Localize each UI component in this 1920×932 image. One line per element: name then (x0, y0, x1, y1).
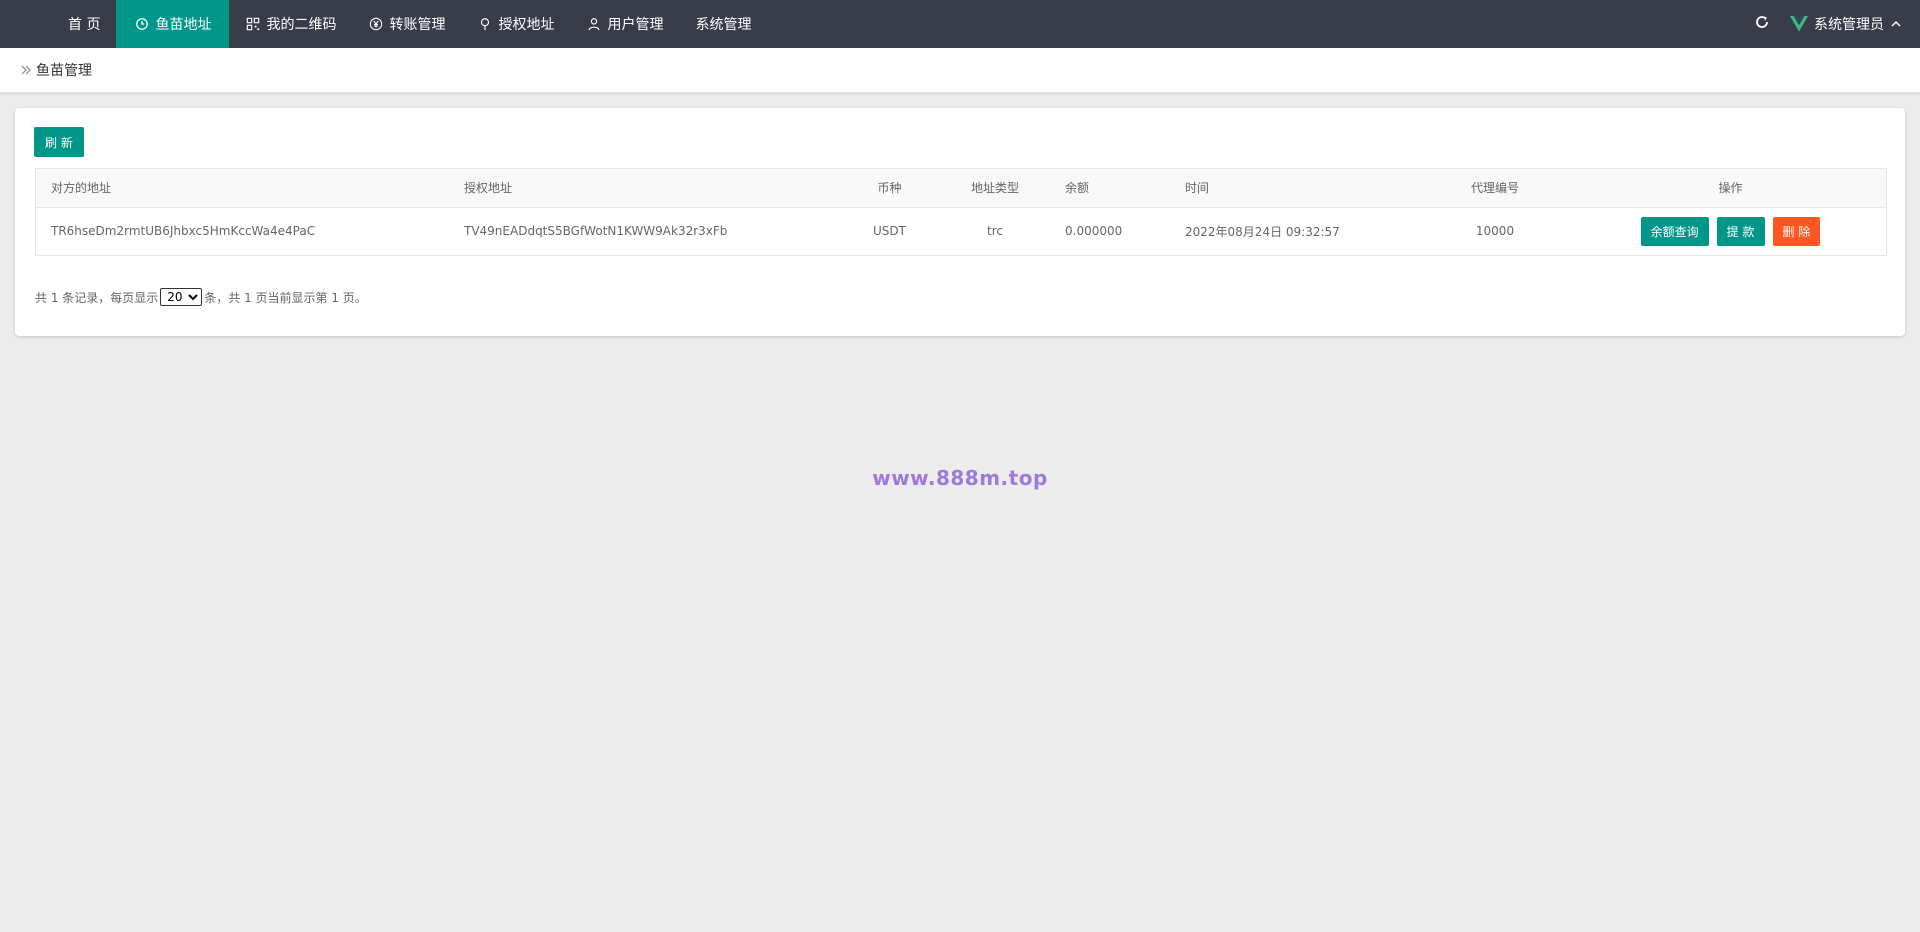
address-table: 对方的地址 授权地址 币种 地址类型 余额 时间 代理编号 操作 TR6hseD… (35, 168, 1887, 256)
double-chevron-right-icon (20, 64, 32, 76)
refresh-list-button[interactable]: 刷 新 (34, 127, 84, 157)
cell-time: 2022年08月24日 09:32:57 (1185, 224, 1340, 239)
column-header-counterparty-address: 对方的地址 (36, 169, 449, 208)
nav-item-home[interactable]: 首 页 (52, 0, 116, 48)
cell-actions: 余额查询 提 款 删 除 (1575, 207, 1886, 255)
content-card: 刷 新 对方的地址 授权地址 币种 地址类型 余额 时间 代理编号 操作 TR6… (15, 108, 1905, 336)
nav-item-label: 系统管理 (695, 17, 752, 33)
refresh-page-button[interactable] (1738, 0, 1786, 48)
yen-icon (368, 16, 384, 32)
column-header-time: 时间 (1170, 169, 1415, 208)
cell-address-type: trc (987, 224, 1003, 239)
user-menu[interactable]: 系统管理员 (1790, 14, 1920, 34)
nav-item-label: 转账管理 (389, 17, 446, 33)
user-name: 系统管理员 (1814, 17, 1884, 33)
top-navigation-bar: 首 页 鱼苗地址 我的二维码 转账管理 授权地址 用户管理 系统管理 系统管理员 (0, 0, 1920, 48)
topbar-right: 系统管理员 (1738, 0, 1920, 48)
nav-item-label: 授权地址 (498, 17, 555, 33)
nav-item-label: 我的二维码 (266, 17, 337, 33)
column-header-balance: 余额 (1050, 169, 1170, 208)
column-header-address-type: 地址类型 (940, 169, 1050, 208)
cell-auth-address: TV49nEADdqtS5BGfWotN1KWW9Ak32r3xFb (464, 224, 728, 239)
query-balance-button[interactable]: 余额查询 (1640, 216, 1709, 246)
vue-logo-icon (1790, 16, 1808, 32)
cell-agent-id: 10000 (1475, 224, 1515, 239)
pagination: 共 1 条记录，每页显示 20 条，共 1 页当前显示第 1 页。 (35, 288, 367, 306)
column-header-agent-id: 代理编号 (1415, 169, 1575, 208)
user-icon (586, 16, 602, 32)
watermark-text: www.888m.top (872, 466, 1048, 490)
table-header-row: 对方的地址 授权地址 币种 地址类型 余额 时间 代理编号 操作 (36, 169, 1886, 208)
nav-item-system-management[interactable]: 系统管理 (679, 0, 767, 48)
cell-currency: USDT (873, 224, 906, 239)
refresh-icon (1754, 14, 1770, 34)
main-nav: 首 页 鱼苗地址 我的二维码 转账管理 授权地址 用户管理 系统管理 (52, 0, 767, 48)
clock-icon (134, 16, 150, 32)
nav-item-authorized-address[interactable]: 授权地址 (461, 0, 570, 48)
breadcrumb-current: 鱼苗管理 (36, 63, 92, 79)
delete-button[interactable]: 删 除 (1772, 216, 1821, 246)
column-header-auth-address: 授权地址 (449, 169, 839, 208)
nav-item-fish-address[interactable]: 鱼苗地址 (116, 0, 230, 48)
nav-item-label: 鱼苗地址 (155, 17, 212, 33)
nav-item-label: 首 页 (68, 17, 101, 33)
nav-item-transfer-management[interactable]: 转账管理 (352, 0, 461, 48)
pagination-prefix: 共 1 条记录，每页显示 (35, 290, 159, 305)
table-row: TR6hseDm2rmtUB6Jhbxc5HmKccWa4e4PaC TV49n… (36, 207, 1886, 255)
location-pin-icon (477, 16, 493, 32)
withdraw-button[interactable]: 提 款 (1716, 216, 1765, 246)
cell-balance: 0.000000 (1065, 224, 1123, 239)
chevron-up-icon (1890, 18, 1902, 30)
page-size-select[interactable]: 20 (160, 288, 203, 306)
nav-item-label: 用户管理 (607, 17, 664, 33)
pagination-suffix: 条，共 1 页当前显示第 1 页。 (204, 290, 367, 305)
cell-counterparty-address: TR6hseDm2rmtUB6Jhbxc5HmKccWa4e4PaC (51, 224, 316, 239)
nav-item-user-management[interactable]: 用户管理 (570, 0, 679, 48)
breadcrumb: 鱼苗管理 (0, 48, 1920, 93)
nav-item-my-qrcode[interactable]: 我的二维码 (229, 0, 352, 48)
qr-code-icon (245, 16, 261, 32)
column-header-currency: 币种 (839, 169, 940, 208)
column-header-actions: 操作 (1575, 169, 1886, 208)
